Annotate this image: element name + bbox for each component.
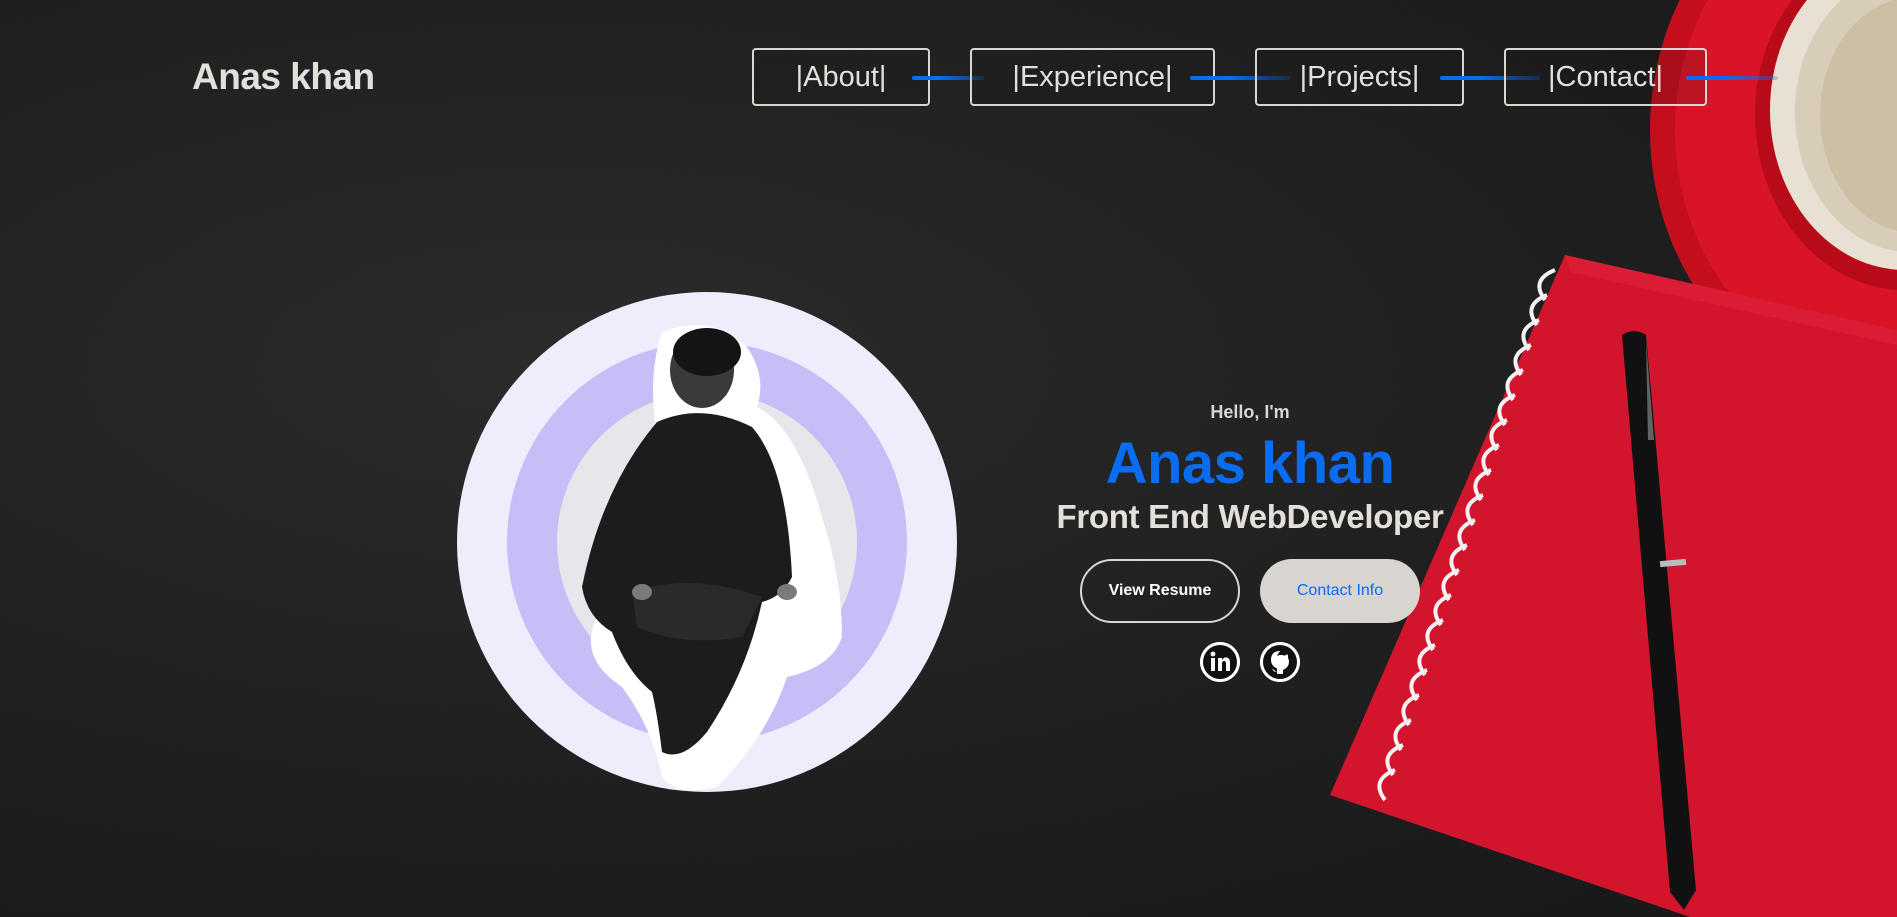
nav-contact[interactable]: |Contact| — [1504, 48, 1707, 106]
linkedin-icon[interactable] — [1200, 642, 1240, 682]
nav-experience[interactable]: |Experience| — [970, 48, 1215, 106]
hero-role: Front End WebDeveloper — [1056, 498, 1444, 535]
nav-about[interactable]: |About| — [752, 48, 930, 106]
view-resume-button[interactable]: View Resume — [1080, 559, 1240, 623]
top-nav: |About| |Experience| |Projects| |Contact… — [0, 48, 1897, 108]
contact-info-button[interactable]: Contact Info — [1260, 559, 1420, 623]
profile-avatar — [457, 292, 957, 792]
github-icon[interactable] — [1260, 642, 1300, 682]
nav-projects[interactable]: |Projects| — [1255, 48, 1464, 106]
nav-connector-line — [1686, 76, 1778, 80]
hero-name: Anas khan — [1105, 431, 1395, 496]
greeting-text: Hello, I'm — [1210, 402, 1290, 422]
